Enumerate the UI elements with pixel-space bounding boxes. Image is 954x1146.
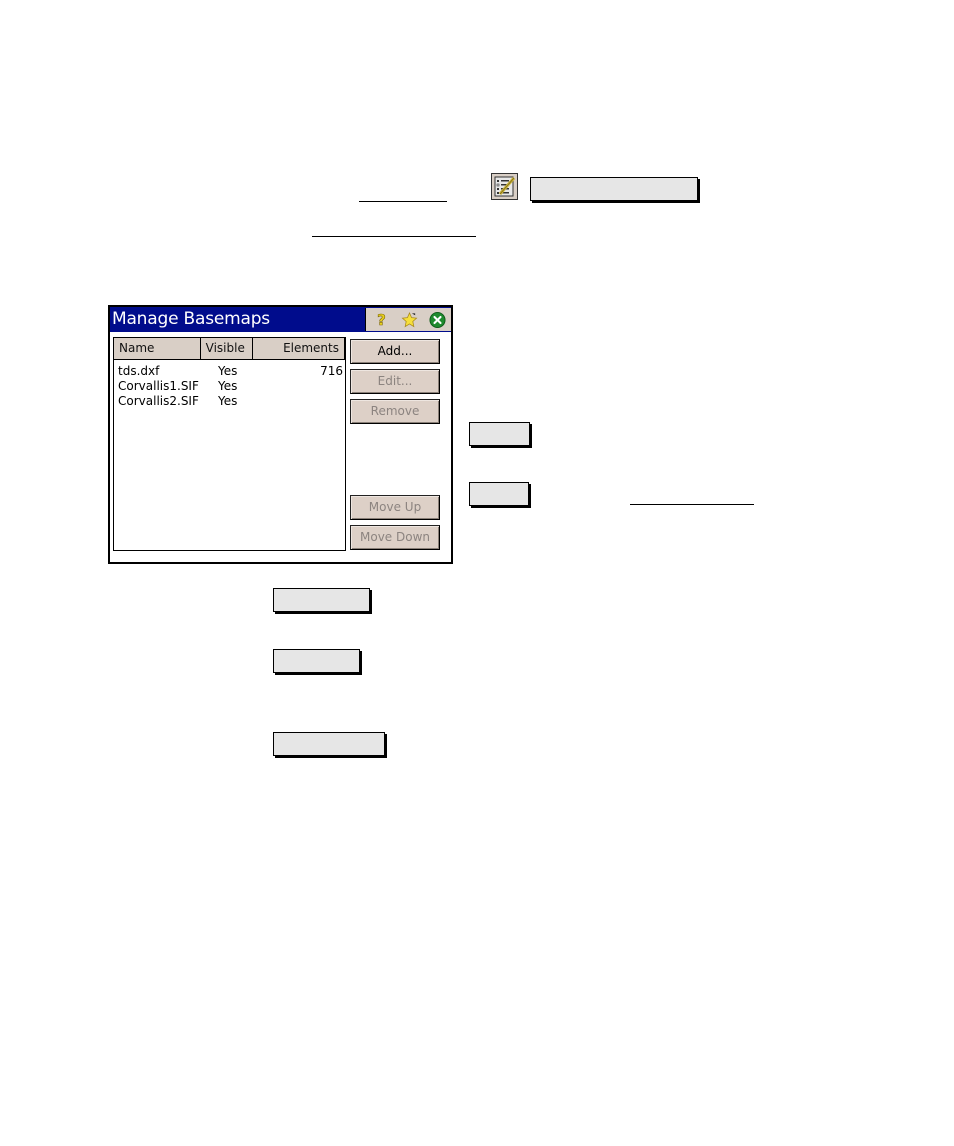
list-header: Name Visible Elements [114, 338, 345, 360]
list-item[interactable]: Corvallis1.SIF Yes [114, 379, 345, 394]
ref-button-e[interactable] [273, 732, 385, 756]
ref-button-a[interactable] [469, 422, 530, 446]
favorites-star-icon[interactable] [401, 311, 418, 328]
column-header-elements[interactable]: Elements [253, 338, 345, 360]
basemap-elements [268, 379, 343, 394]
list-item[interactable]: tds.dxf Yes 716 [114, 364, 345, 379]
ref-button-d[interactable] [273, 649, 360, 673]
manage-basemaps-dialog: Manage Basemaps ? Name Visible Elements … [108, 305, 453, 564]
basemap-elements [268, 394, 343, 409]
move-up-button[interactable]: Move Up [350, 495, 440, 520]
basemap-name: Corvallis1.SIF [118, 379, 199, 393]
edit-button[interactable]: Edit... [350, 369, 440, 394]
column-header-name[interactable]: Name [114, 338, 201, 360]
title-bar: Manage Basemaps ? [110, 307, 451, 332]
basemap-visible: Yes [218, 364, 238, 378]
list-item[interactable]: Corvallis2.SIF Yes [114, 394, 345, 409]
list-rows: tds.dxf Yes 716 Corvallis1.SIF Yes Corva… [114, 364, 345, 409]
svg-text:?: ? [377, 311, 386, 328]
ref-button-b[interactable] [469, 482, 529, 506]
ref-button-c[interactable] [273, 588, 370, 612]
basemap-elements: 716 [320, 364, 343, 378]
basemap-visible: Yes [218, 379, 238, 393]
remove-button[interactable]: Remove [350, 399, 440, 424]
basemap-name: tds.dxf [118, 364, 160, 378]
basemap-name: Corvallis2.SIF [118, 394, 199, 408]
basemap-visible: Yes [218, 394, 238, 408]
close-icon[interactable] [429, 311, 446, 328]
add-button[interactable]: Add... [350, 339, 440, 364]
help-icon[interactable]: ? [373, 311, 390, 328]
move-down-button[interactable]: Move Down [350, 525, 440, 550]
title-icon-group: ? [365, 308, 451, 331]
basemap-list[interactable]: Name Visible Elements tds.dxf Yes 716 Co… [113, 337, 346, 551]
toolbar-button[interactable] [530, 177, 698, 201]
column-header-visible[interactable]: Visible [200, 338, 254, 360]
link-underline[interactable] [359, 201, 447, 202]
basemap-list-icon [491, 173, 518, 200]
dialog-title: Manage Basemaps [112, 309, 270, 329]
link-underline[interactable] [630, 504, 754, 505]
link-underline[interactable] [312, 236, 476, 237]
